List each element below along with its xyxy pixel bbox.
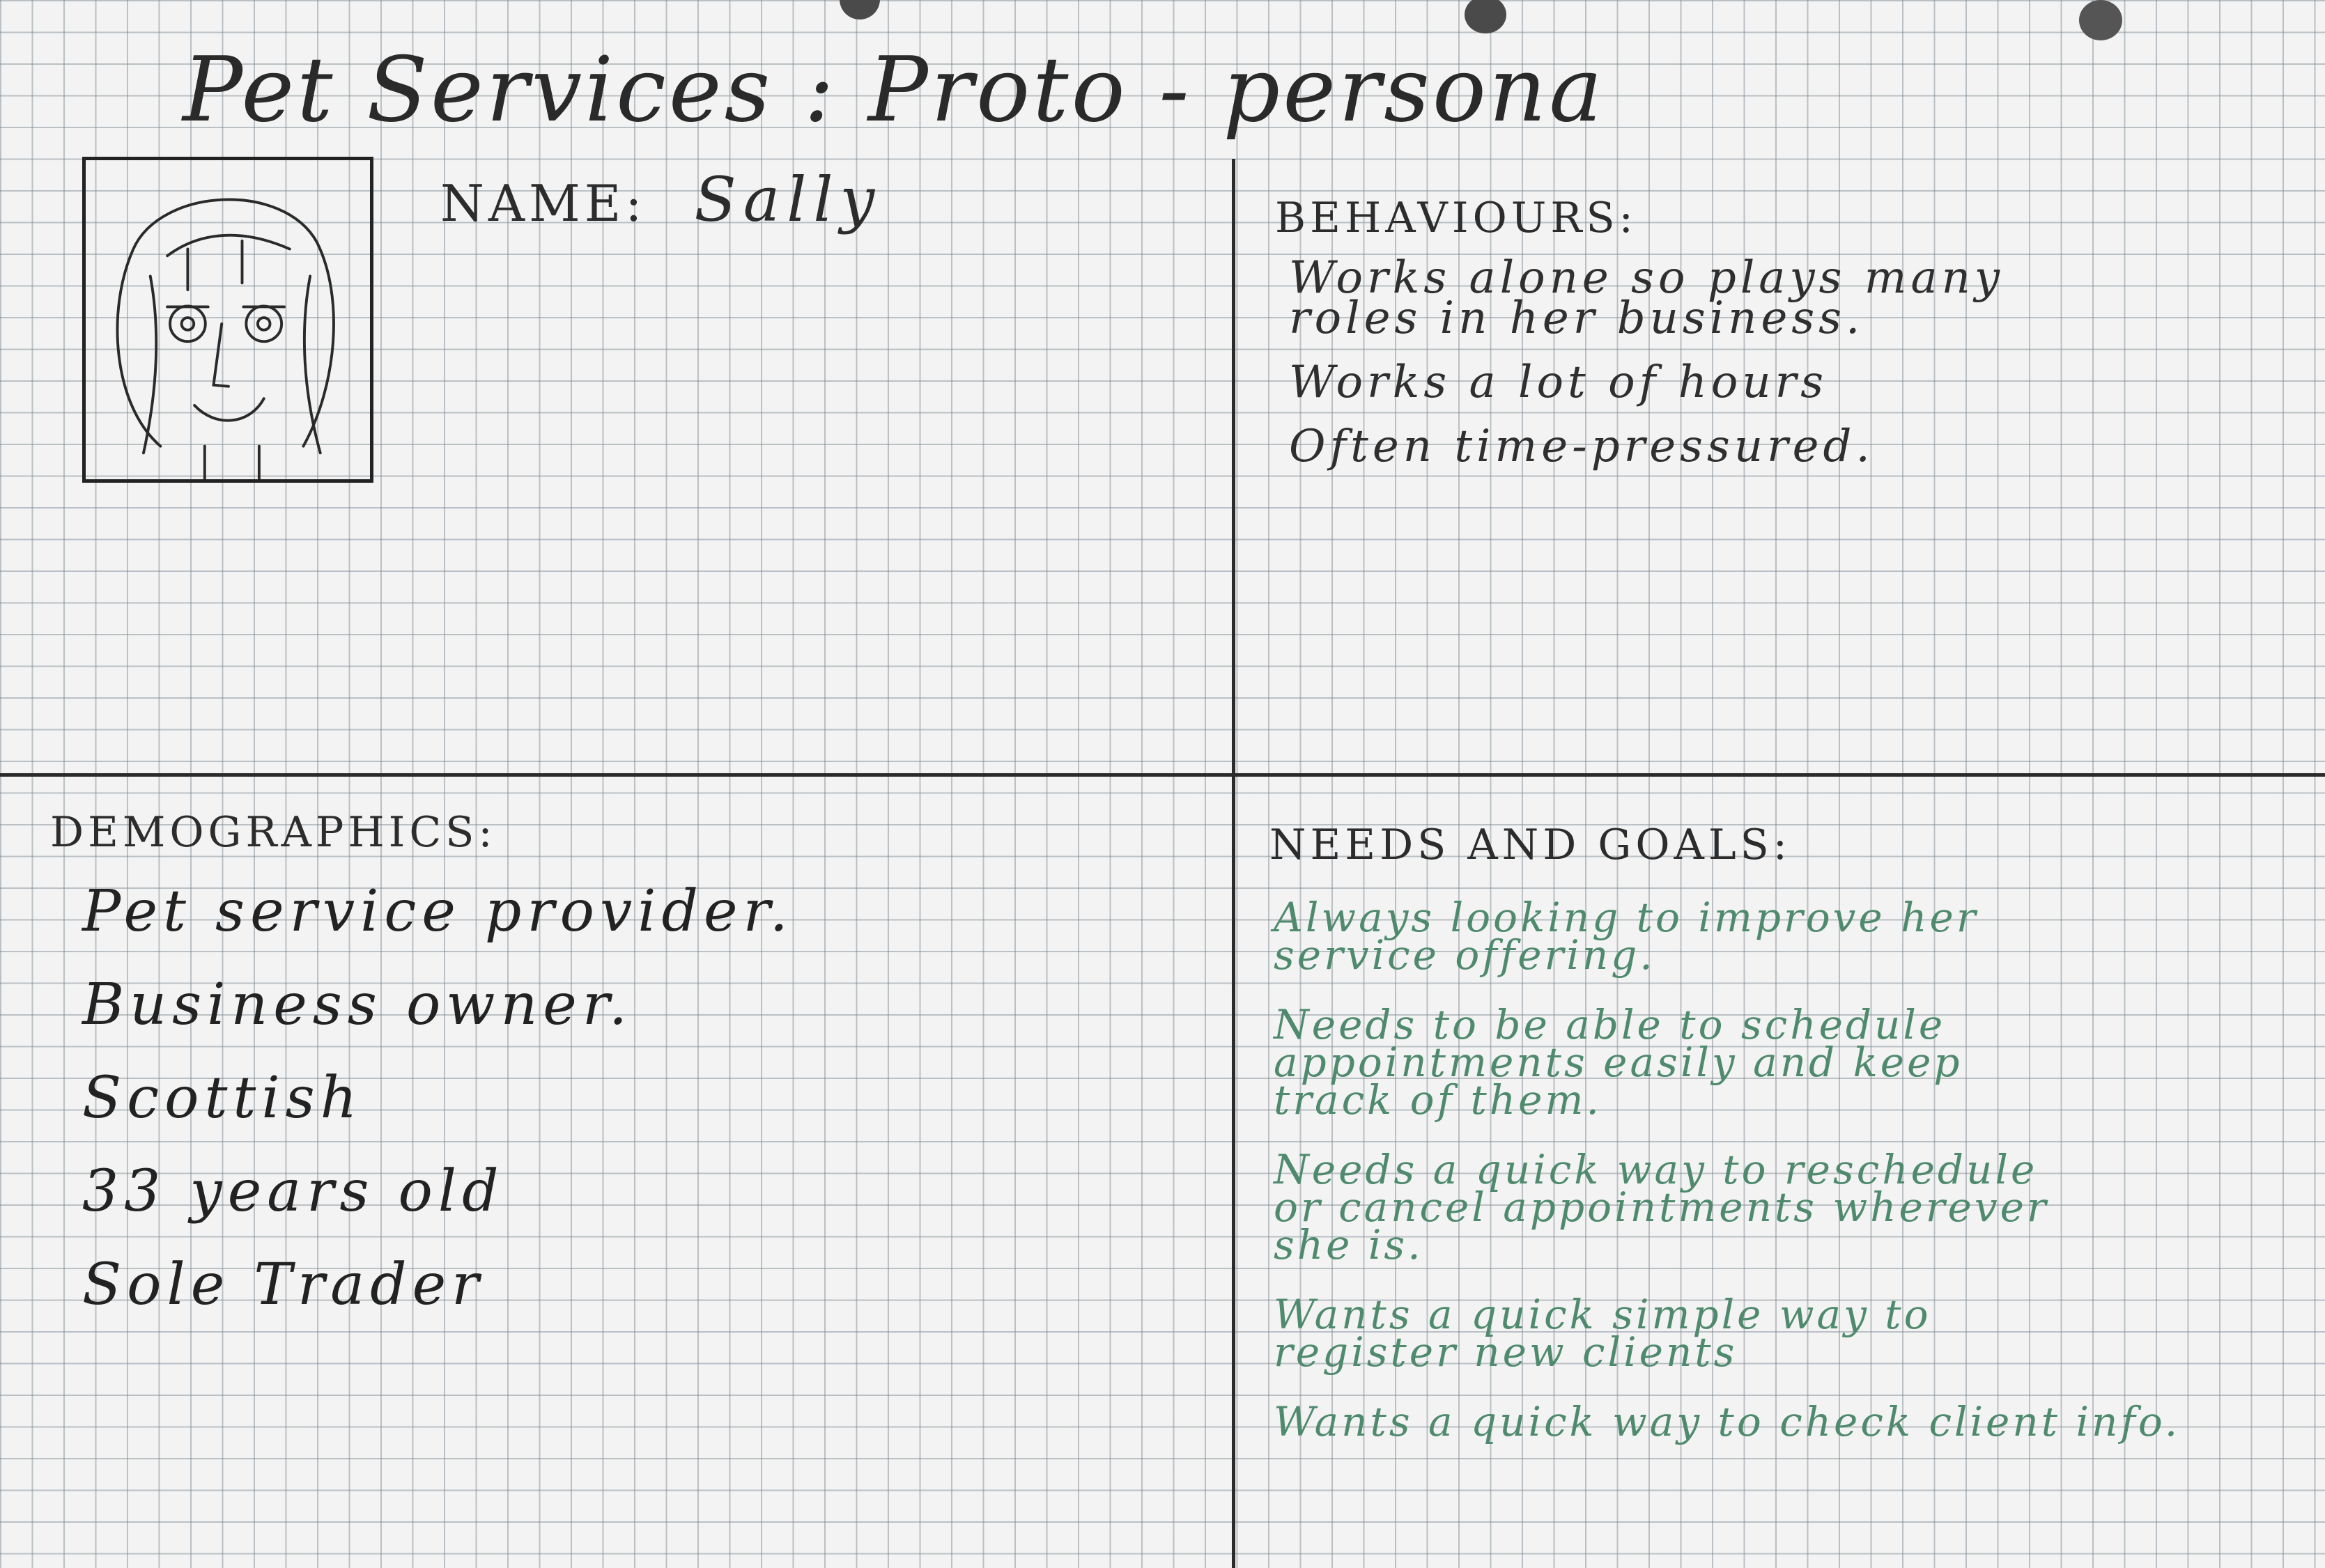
needs-goals-heading: NEEDS AND GOALS:	[1269, 821, 1791, 869]
behaviour-item: Often time-pressured.	[1289, 421, 1874, 472]
need-item: Wants a quick simple way to register new…	[1274, 1291, 1931, 1376]
name-value: Sally	[694, 164, 882, 235]
behaviour-item: Works a lot of hours	[1289, 357, 1828, 408]
demographics-heading: DEMOGRAPHICS:	[50, 808, 497, 857]
page-title: Pet Services : Proto - persona	[183, 38, 1605, 142]
demographic-item: Pet service provider.	[82, 878, 794, 945]
need-item: Needs to be able to schedule appointment…	[1274, 1001, 1963, 1124]
demographic-item: Scottish	[82, 1065, 363, 1131]
demographic-item: Business owner.	[82, 972, 633, 1038]
name-label: NAME:	[440, 174, 647, 233]
face-sketch-icon	[116, 198, 335, 481]
behaviours-list: Works alone so plays many roles in her b…	[1289, 252, 2292, 490]
punch-hole	[2079, 0, 2122, 40]
need-item: Wants a quick way to check client info.	[1274, 1398, 2181, 1445]
needs-goals-list: Always looking to improve her service of…	[1274, 894, 2298, 1473]
behaviour-item: Works alone so plays many roles in her b…	[1289, 252, 2004, 344]
punch-hole	[1465, 0, 1506, 33]
vertical-divider	[1232, 159, 1235, 1568]
persona-portrait	[82, 157, 373, 483]
horizontal-divider	[0, 773, 2325, 777]
need-item: Needs a quick way to reschedule or cance…	[1274, 1146, 2049, 1268]
persona-name: NAME: Sally	[440, 164, 881, 235]
demographic-item: Sole Trader	[82, 1252, 485, 1318]
demographics-list: Pet service provider. Business owner. Sc…	[82, 881, 1169, 1348]
demographic-item: 33 years old	[82, 1158, 504, 1225]
punch-hole	[840, 0, 880, 20]
need-item: Always looking to improve her service of…	[1274, 894, 1979, 979]
behaviours-heading: BEHAVIOURS:	[1275, 194, 1637, 242]
